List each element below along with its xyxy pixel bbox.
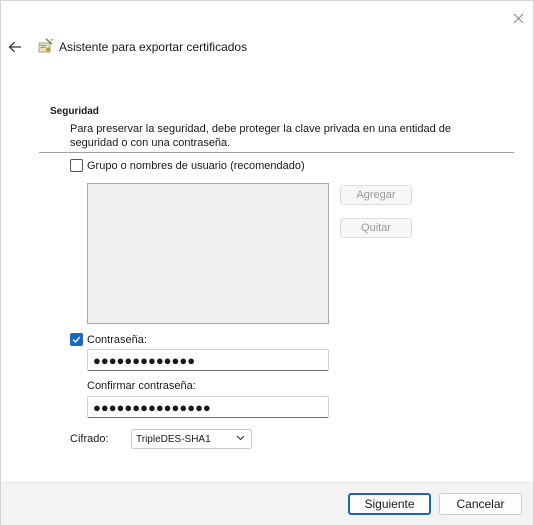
back-arrow-icon [8, 41, 21, 53]
confirm-password-label: Confirmar contraseña: [87, 380, 196, 392]
add-button[interactable]: Agregar [340, 185, 412, 205]
password-checkbox[interactable] [70, 333, 83, 346]
next-button[interactable]: Siguiente [348, 493, 431, 515]
back-button[interactable] [5, 37, 25, 57]
close-button[interactable] [507, 7, 529, 29]
encryption-select[interactable]: TripleDES-SHA1 [131, 429, 252, 449]
password-checkbox-label: Contraseña: [87, 333, 147, 346]
chevron-down-icon [236, 435, 245, 441]
section-heading: Seguridad [50, 106, 99, 117]
close-icon [513, 13, 523, 23]
wizard-title: Asistente para exportar certificados [59, 40, 248, 54]
password-option-row[interactable]: Contraseña: [70, 333, 147, 346]
principals-listbox[interactable] [87, 183, 329, 324]
confirm-password-field[interactable]: ●●●●●●●●●●●●●●● [87, 396, 329, 418]
encryption-label: Cifrado: [70, 433, 109, 445]
section-description: Para preservar la seguridad, debe proteg… [70, 123, 451, 149]
group-checkbox[interactable] [70, 159, 83, 172]
wizard-footer: Siguiente Cancelar [1, 482, 533, 525]
cancel-button[interactable]: Cancelar [439, 493, 522, 515]
password-field[interactable]: ●●●●●●●●●●●●● [87, 349, 329, 371]
encryption-selected-value: TripleDES-SHA1 [136, 433, 211, 445]
checkmark-icon [72, 336, 81, 344]
header-divider [39, 152, 514, 153]
group-option-row[interactable]: Grupo o nombres de usuario (recomendado) [70, 159, 305, 172]
export-wizard-window: Asistente para exportar certificados Seg… [0, 0, 534, 525]
certificate-wizard-icon [38, 38, 53, 53]
group-checkbox-label: Grupo o nombres de usuario (recomendado) [87, 159, 305, 172]
remove-button[interactable]: Quitar [340, 218, 412, 238]
